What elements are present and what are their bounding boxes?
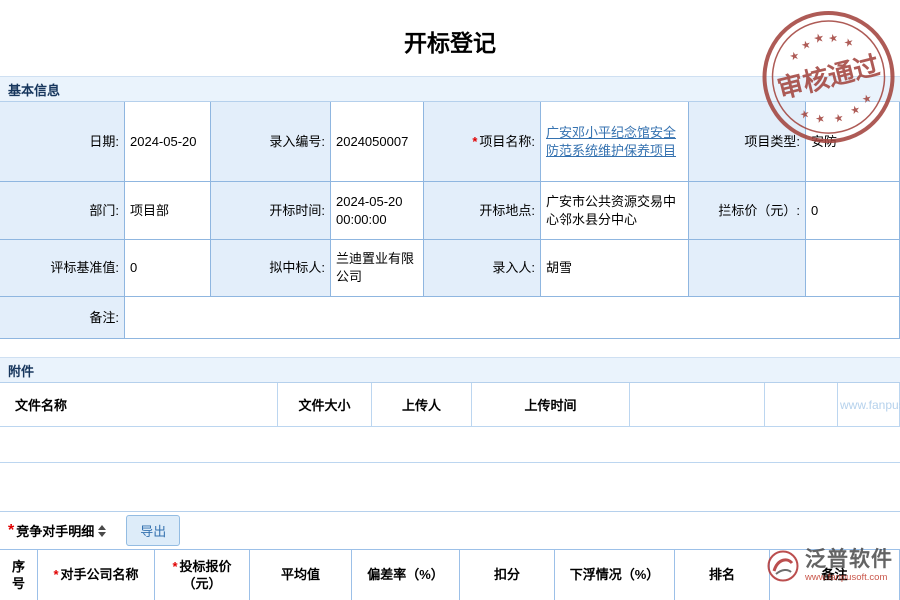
attachments-col-uploader: 上传人	[372, 383, 472, 427]
field-recorder-label: 录入人:	[424, 240, 541, 297]
attachments-table: 文件名称 文件大小 上传人 上传时间	[0, 383, 900, 463]
basic-info-table: 日期: 2024-05-20 录入编号: 2024050007 *项目名称: 广…	[0, 102, 900, 339]
field-date-label: 日期:	[0, 102, 125, 182]
attachments-col-empty	[838, 383, 900, 427]
page-title: 开标登记	[0, 0, 900, 76]
section-header-basic-info: 基本信息	[0, 76, 900, 102]
field-entry-no-label: 录入编号:	[211, 102, 331, 182]
competitors-col-rank: 排名	[675, 550, 770, 600]
competitors-table: 序号 *对手公司名称 *投标报价（元） 平均值 偏差率（%） 扣分 下浮情况（%…	[0, 549, 900, 600]
sort-icon[interactable]	[98, 525, 106, 537]
field-entry-no-value: 2024050007	[331, 102, 424, 182]
field-department-label: 部门:	[0, 182, 125, 240]
competitors-col-average: 平均值	[250, 550, 352, 600]
field-block-price-value: 0	[806, 182, 900, 240]
field-proposed-winner-value: 兰迪置业有限公司	[331, 240, 424, 297]
field-project-name-value: 广安邓小平纪念馆安全防范系统维护保养项目	[541, 102, 689, 182]
competitors-section-header: * 竞争对手明细 导出	[0, 511, 900, 549]
page: 开标登记 审核通过 ★ ★ ★ ★ ★ ★ ★ ★ ★ ★ 基本信息	[0, 0, 900, 600]
competitors-title: 竞争对手明细	[16, 521, 94, 540]
field-project-type-label: 项目类型:	[689, 102, 806, 182]
competitors-col-bid-price: *投标报价（元）	[155, 550, 250, 600]
required-marker: *	[8, 522, 14, 540]
attachments-col-empty	[765, 383, 838, 427]
field-proposed-winner-label: 拟中标人:	[211, 240, 331, 297]
export-button[interactable]: 导出	[126, 515, 180, 546]
field-remark-value	[125, 297, 900, 339]
competitors-col-index: 序号	[0, 550, 38, 600]
competitors-col-float-down: 下浮情况（%）	[555, 550, 675, 600]
field-date-value: 2024-05-20	[125, 102, 211, 182]
basic-info-title: 基本信息	[8, 80, 60, 99]
field-eval-base-label: 评标基准值:	[0, 240, 125, 297]
attachments-col-file-name: 文件名称	[0, 383, 278, 427]
required-marker: *	[472, 133, 477, 151]
attachments-title: 附件	[8, 361, 34, 380]
competitors-col-deviation: 偏差率（%）	[352, 550, 460, 600]
attachments-col-file-size: 文件大小	[278, 383, 372, 427]
required-marker: *	[172, 559, 177, 574]
competitors-col-company: *对手公司名称	[38, 550, 155, 600]
field-remark-label: 备注:	[0, 297, 125, 339]
competitors-col-remark: 备注	[770, 550, 900, 600]
empty-value-cell	[806, 240, 900, 297]
field-department-value: 项目部	[125, 182, 211, 240]
field-eval-base-value: 0	[125, 240, 211, 297]
field-project-name-label: *项目名称:	[424, 102, 541, 182]
field-open-time-value: 2024-05-20 00:00:00	[331, 182, 424, 240]
competitors-col-deduction: 扣分	[460, 550, 555, 600]
empty-label-cell	[689, 240, 806, 297]
project-name-link[interactable]: 广安邓小平纪念馆安全防范系统维护保养项目	[546, 124, 683, 159]
field-project-type-value: 安防	[806, 102, 900, 182]
field-open-place-value: 广安市公共资源交易中心邻水县分中心	[541, 182, 689, 240]
required-marker: *	[53, 567, 58, 582]
field-open-place-label: 开标地点:	[424, 182, 541, 240]
field-block-price-label: 拦标价（元）:	[689, 182, 806, 240]
attachments-col-empty	[630, 383, 765, 427]
attachments-empty-row	[0, 427, 900, 463]
field-open-time-label: 开标时间:	[211, 182, 331, 240]
field-recorder-value: 胡雪	[541, 240, 689, 297]
attachments-col-upload-time: 上传时间	[472, 383, 630, 427]
section-header-attachments: 附件	[0, 357, 900, 383]
